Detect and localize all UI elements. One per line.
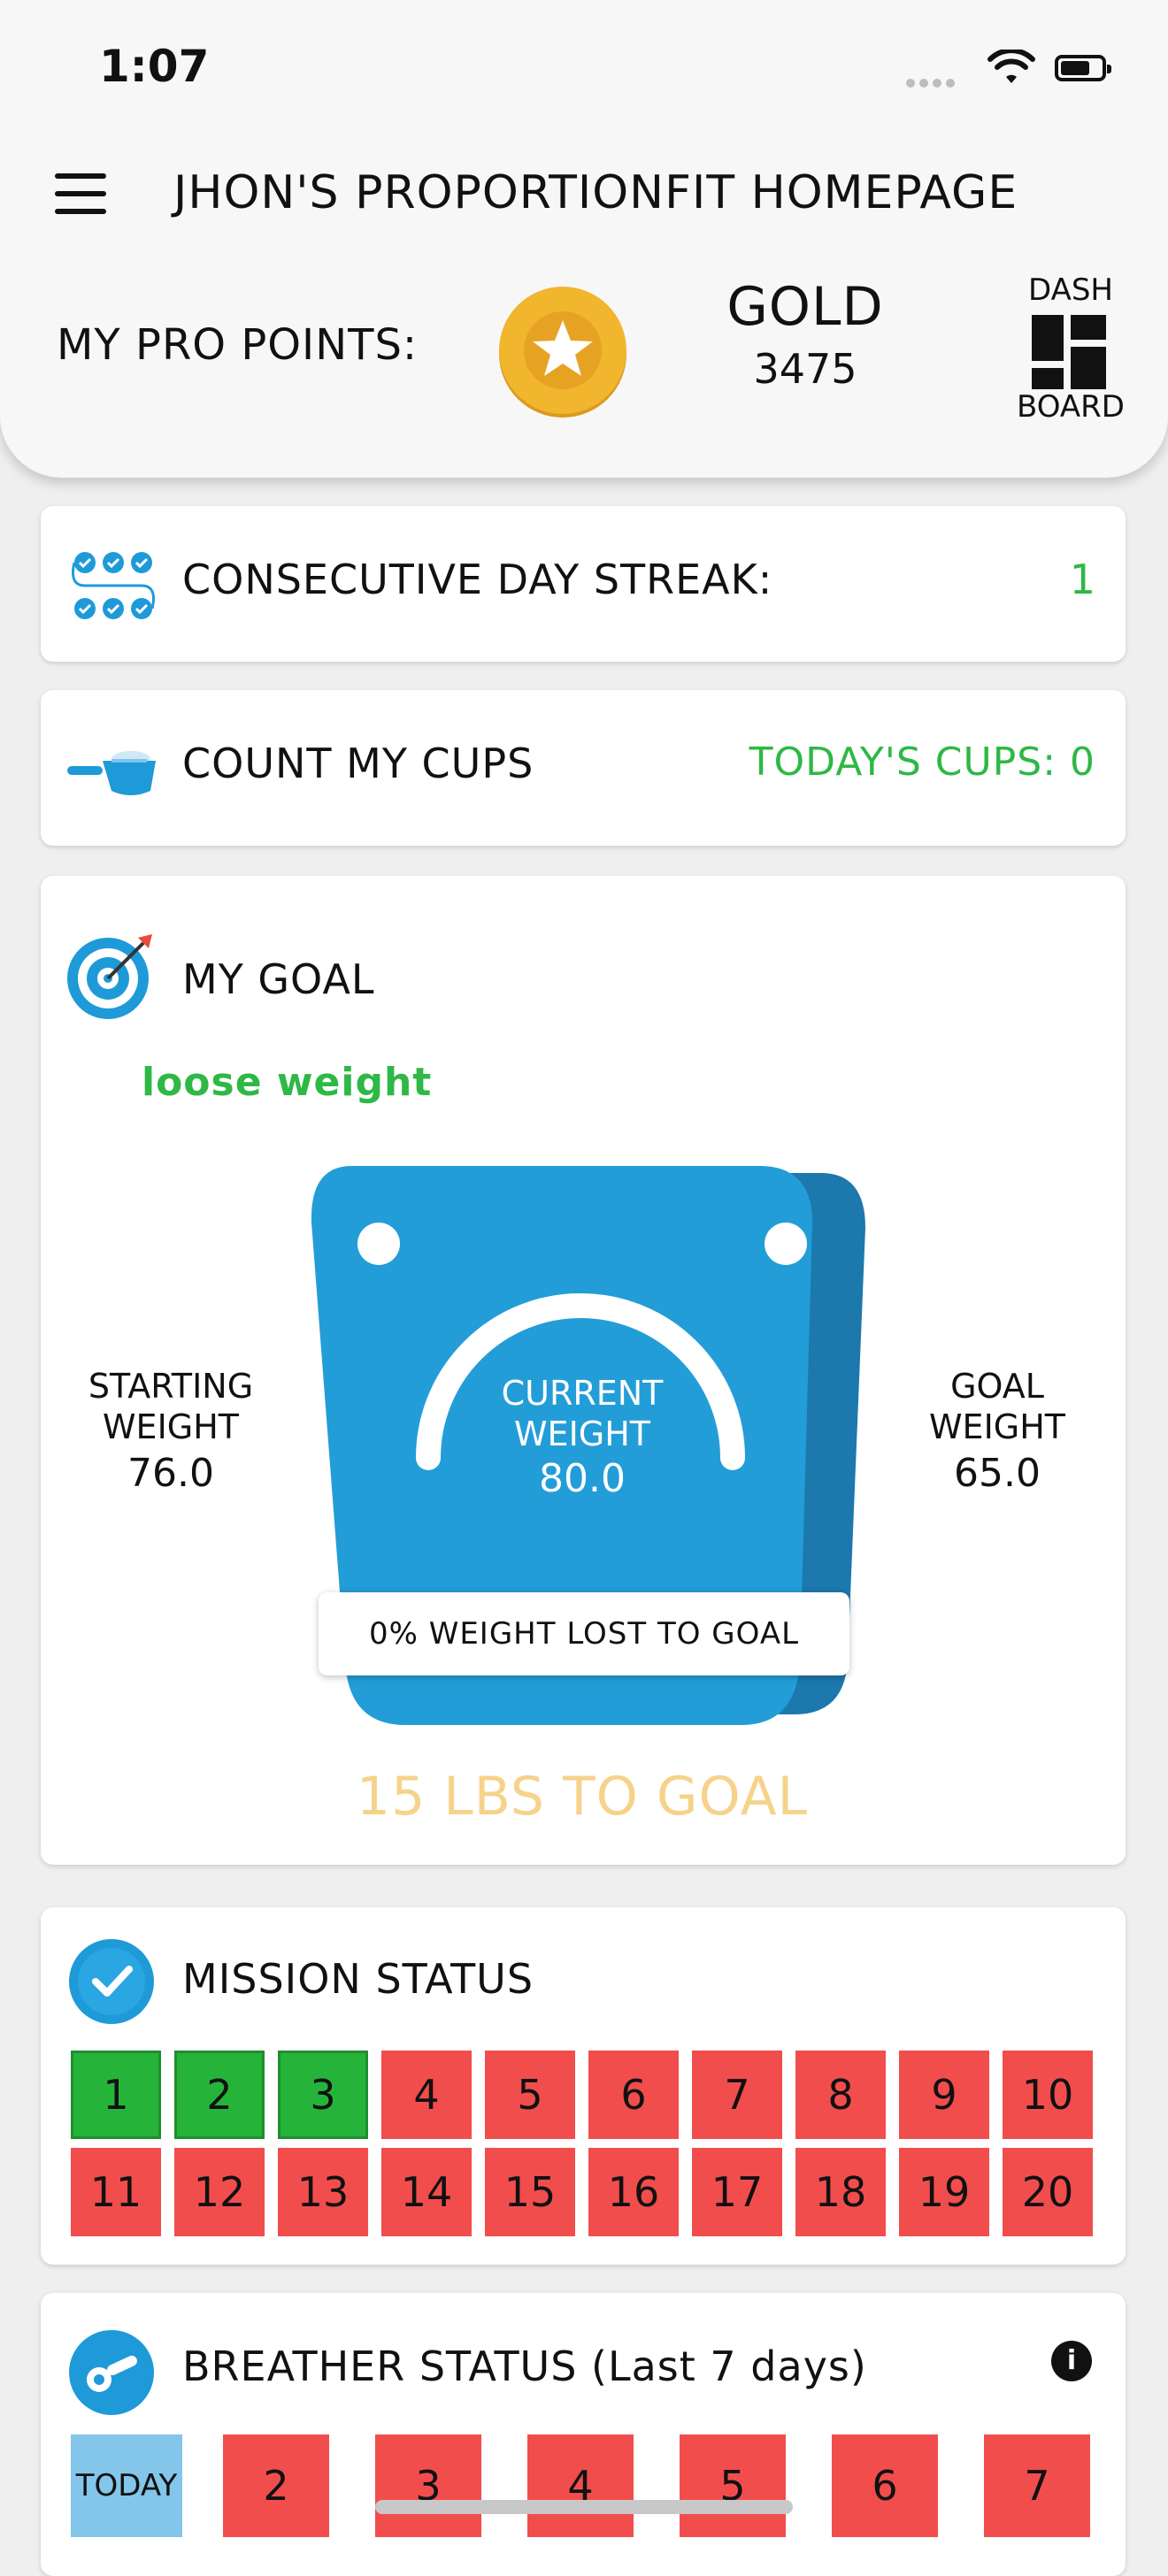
mission-day-cell: 2	[174, 2051, 265, 2139]
mission-day-cell: 1	[71, 2051, 161, 2139]
dashboard-label-bottom: BOARD	[1017, 389, 1125, 425]
status-time: 1:07	[99, 41, 210, 92]
page-title: JHON'S PROPORTIONFIT HOMEPAGE	[173, 166, 1018, 219]
mission-day-cell: 15	[485, 2148, 575, 2236]
mission-day-cell: 16	[588, 2148, 679, 2236]
mission-day-cell: 5	[485, 2051, 575, 2139]
lbs-to-goal: 15 LBS TO GOAL	[356, 1766, 809, 1828]
hamburger-icon[interactable]	[55, 173, 106, 216]
starting-weight-label: STARTING WEIGHT	[88, 1367, 254, 1446]
header: 1:07 JHON'S PROPORTIONFIT HOMEPAGE MY PR…	[0, 0, 1168, 478]
battery-icon	[1055, 55, 1111, 81]
breather-day-cell: 4	[527, 2434, 634, 2537]
linked-checks-icon	[72, 552, 155, 619]
breather-device-icon	[69, 2330, 154, 2415]
tier-points: 3475	[753, 345, 857, 393]
signal-icon	[906, 74, 970, 88]
wifi-icon	[987, 50, 1035, 83]
mission-day-cell: 11	[71, 2148, 161, 2236]
cups-card[interactable]: COUNT MY CUPS TODAY'S CUPS: 0	[41, 690, 1126, 846]
checkmark-icon	[69, 1939, 154, 2024]
mission-day-cell: 7	[692, 2051, 782, 2139]
gold-star-coin-icon	[499, 287, 626, 418]
dashboard-label-top: DASH	[1028, 272, 1113, 308]
mission-day-cell: 3	[278, 2051, 368, 2139]
mission-day-cell: 6	[588, 2051, 679, 2139]
mission-day-cell: 18	[795, 2148, 886, 2236]
status-icons	[906, 50, 1118, 88]
breather-day-cell: 3	[375, 2434, 481, 2537]
mission-day-cell: 9	[899, 2051, 989, 2139]
breather-day-cell: 6	[832, 2434, 938, 2537]
target-arrow-icon	[67, 934, 152, 1019]
home-indicator	[375, 2500, 793, 2514]
mission-day-cell: 14	[381, 2148, 472, 2236]
mission-day-cell: 10	[1003, 2051, 1093, 2139]
mission-day-cell: 4	[381, 2051, 472, 2139]
mission-day-cell: 19	[899, 2148, 989, 2236]
mission-day-cell: 8	[795, 2051, 886, 2139]
grid-icon	[1032, 315, 1106, 389]
breather-day-cell: 2	[223, 2434, 329, 2537]
breather-day-cell: 5	[680, 2434, 786, 2537]
goal-weight-label: GOAL WEIGHT	[928, 1367, 1066, 1446]
dashboard-button[interactable]: DASH BOARD	[1000, 269, 1141, 428]
starting-weight-value: 76.0	[127, 1451, 214, 1496]
streak-value: 1	[1069, 556, 1095, 603]
cups-label: COUNT MY CUPS	[182, 740, 534, 787]
todays-cups: TODAY'S CUPS: 0	[749, 740, 1095, 785]
goal-weight-value: 65.0	[954, 1451, 1041, 1496]
mission-day-cell: 12	[174, 2148, 265, 2236]
mission-day-cell: 17	[692, 2148, 782, 2236]
goal-subtitle: loose weight	[142, 1060, 433, 1105]
current-weight-label: CURRENT WEIGHT	[501, 1374, 664, 1453]
breather-day-cell: 7	[984, 2434, 1090, 2537]
mission-day-cell: 20	[1003, 2148, 1093, 2236]
tier-name: GOLD	[726, 276, 884, 338]
mission-day-cell: 13	[278, 2148, 368, 2236]
streak-label: CONSECUTIVE DAY STREAK:	[182, 556, 773, 603]
info-icon[interactable]: i	[1051, 2341, 1092, 2381]
weight-progress-pill: 0% WEIGHT LOST TO GOAL	[319, 1592, 849, 1675]
current-weight-value: 80.0	[539, 1456, 626, 1501]
pro-points-label: MY PRO POINTS:	[57, 320, 419, 370]
streak-card[interactable]: CONSECUTIVE DAY STREAK: 1	[41, 506, 1126, 662]
goal-title: MY GOAL	[182, 955, 375, 1003]
breather-day-today: TODAY	[71, 2434, 182, 2537]
breather-title: BREATHER STATUS (Last 7 days)	[182, 2342, 867, 2390]
mission-title: MISSION STATUS	[182, 1955, 534, 2003]
measuring-scoop-icon	[67, 751, 156, 795]
